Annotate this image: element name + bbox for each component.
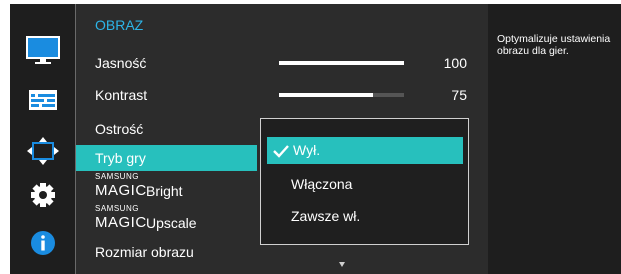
menu-item-label: Ostrość <box>95 121 144 137</box>
contrast-slider[interactable] <box>279 93 404 97</box>
game-mode-submenu: Wył. Włączona Zawsze wł. <box>260 118 469 245</box>
menu-item-sharpness[interactable]: Ostrość <box>76 116 256 142</box>
picture-icon[interactable] <box>26 36 60 66</box>
contrast-slider-fill <box>279 93 373 97</box>
menu-item-magic-upscale[interactable]: SAMSUNG MAGIC Upscale <box>76 204 256 235</box>
help-text: Optymalizuje ustawienia obrazu dla gier. <box>497 33 611 57</box>
magic-brand-label: MAGIC <box>95 214 147 231</box>
position-icon[interactable] <box>26 136 60 166</box>
checkmark-icon <box>273 145 289 158</box>
menu-item-magic-bright[interactable]: SAMSUNG MAGIC Bright <box>76 172 256 203</box>
menu-item-contrast[interactable]: Kontrast <box>76 82 256 108</box>
brightness-slider-fill <box>279 61 404 65</box>
menu-item-brightness[interactable]: Jasność <box>76 50 256 76</box>
help-panel: Optymalizuje ustawienia obrazu dla gier. <box>488 4 621 274</box>
brightness-slider[interactable] <box>279 61 404 65</box>
menu-item-label: Tryb gry <box>95 150 146 166</box>
scroll-down-arrow-icon[interactable] <box>339 262 345 267</box>
menu-title: OBRAZ <box>95 17 144 33</box>
settings-gear-icon[interactable] <box>26 180 60 210</box>
option-off[interactable]: Wył. <box>267 137 463 164</box>
option-label: Wył. <box>293 142 321 158</box>
information-icon[interactable] <box>26 228 60 258</box>
menu-item-label: Bright <box>146 183 183 199</box>
menu-item-label: Kontrast <box>95 87 148 103</box>
option-on[interactable]: Włączona <box>267 171 463 198</box>
sidebar-icon-column <box>10 4 75 274</box>
option-label: Zawsze wł. <box>291 208 361 224</box>
menu-item-picture-size[interactable]: Rozmiar obrazu <box>76 239 256 265</box>
option-label: Włączona <box>291 176 353 192</box>
menu-item-label: Jasność <box>95 55 147 71</box>
onscreen-display-icon[interactable] <box>26 86 60 116</box>
menu-item-label: Rozmiar obrazu <box>95 244 194 260</box>
magic-brand-label: MAGIC <box>95 182 147 199</box>
contrast-value: 75 <box>451 87 467 103</box>
menu-item-label: Upscale <box>146 215 197 231</box>
menu-item-game-mode[interactable]: Tryb gry <box>76 145 257 171</box>
brightness-value: 100 <box>443 55 467 71</box>
option-always-on[interactable]: Zawsze wł. <box>267 203 463 230</box>
